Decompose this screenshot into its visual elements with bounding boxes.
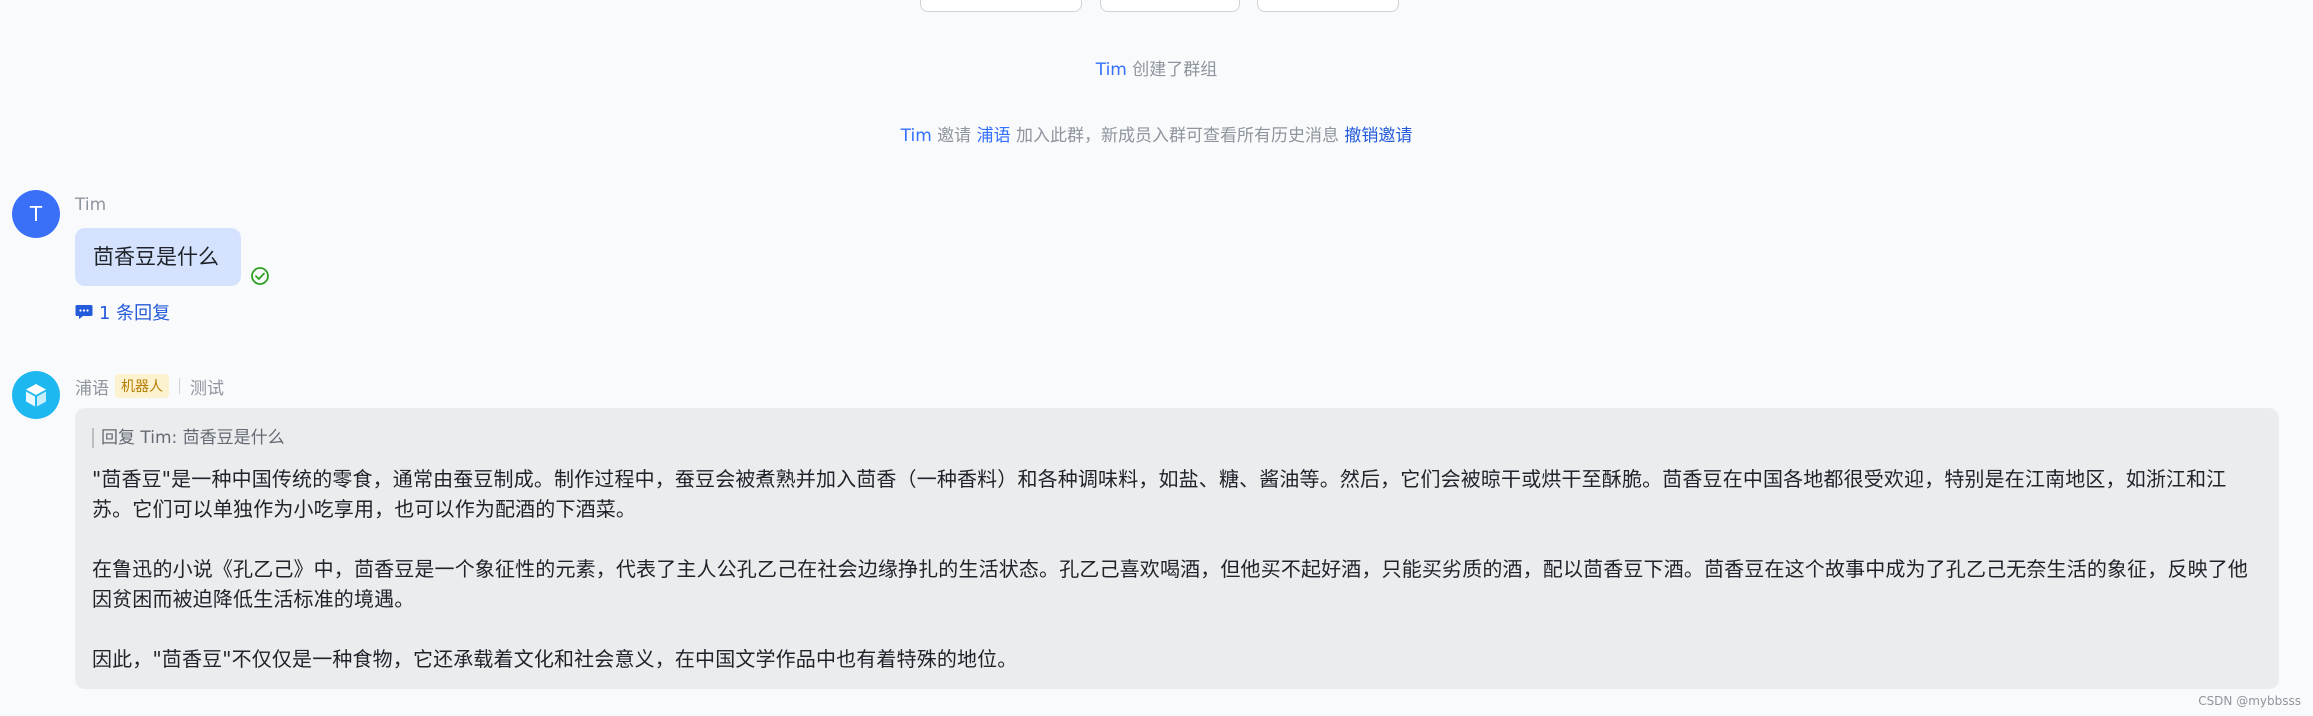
suggestion-chip-1[interactable]: [920, 0, 1082, 12]
system-inviter-link[interactable]: Tim: [901, 126, 932, 146]
system-invitee-link[interactable]: 浦语: [977, 126, 1011, 146]
suggestion-chip-2[interactable]: [1100, 0, 1240, 12]
system-invite-verb: 邀请: [937, 126, 972, 146]
avatar-initial: T: [29, 202, 43, 226]
thread-reply-button[interactable]: 1 条回复: [75, 300, 170, 324]
check-circle-icon: [251, 267, 269, 285]
suggestion-chips: [0, 0, 2313, 16]
answer-paragraph-1: "茴香豆"是一种中国传统的零食，通常由蚕豆制成。制作过程中，蚕豆会被煮熟并加入茴…: [92, 467, 2227, 521]
avatar[interactable]: T: [12, 190, 60, 238]
bot-avatar[interactable]: [12, 371, 60, 419]
suggestion-chip-3[interactable]: [1257, 0, 1399, 12]
header-divider: [179, 378, 180, 394]
sender-name[interactable]: Tim: [75, 195, 106, 215]
bot-badge: 机器人: [115, 374, 169, 398]
cube-icon: [26, 384, 46, 407]
bot-sender-name[interactable]: 浦语: [75, 374, 109, 399]
bot-tag: 测试: [190, 378, 224, 399]
system-created-text: 创建了群组: [1132, 60, 1218, 80]
bot-message-bubble[interactable]: 回复 Tim: 茴香豆是什么 "茴香豆"是一种中国传统的零食，通常由蚕豆制成。制…: [75, 408, 2279, 689]
answer-paragraph-2: 在鲁迅的小说《孔乙己》中，茴香豆是一个象征性的元素，代表了主人公孔乙己在社会边缘…: [92, 557, 2249, 611]
system-message-invited: Tim 邀请 浦语 加入此群，新成员入群可查看所有历史消息 撤销邀请: [0, 121, 2313, 146]
message-bubble[interactable]: 茴香豆是什么: [75, 228, 241, 286]
bot-message-header: 浦语 机器人 测试: [75, 373, 224, 399]
watermark: CSDN @mybbsss: [2198, 694, 2301, 708]
revoke-invite-link[interactable]: 撤销邀请: [1344, 126, 1412, 146]
comment-icon: [75, 305, 93, 319]
answer-paragraph-3: 因此，"茴香豆"不仅仅是一种食物，它还承载着文化和社会意义，在中国文学作品中也有…: [92, 647, 1018, 671]
system-user-link[interactable]: Tim: [1096, 60, 1127, 80]
system-invite-text: 加入此群，新成员入群可查看所有历史消息: [1015, 126, 1339, 146]
reply-quote[interactable]: 回复 Tim: 茴香豆是什么: [92, 428, 2262, 448]
system-message-created: Tim 创建了群组: [0, 55, 2313, 80]
message-text: 茴香豆是什么: [93, 245, 219, 269]
reply-count: 1 条回复: [99, 303, 171, 324]
